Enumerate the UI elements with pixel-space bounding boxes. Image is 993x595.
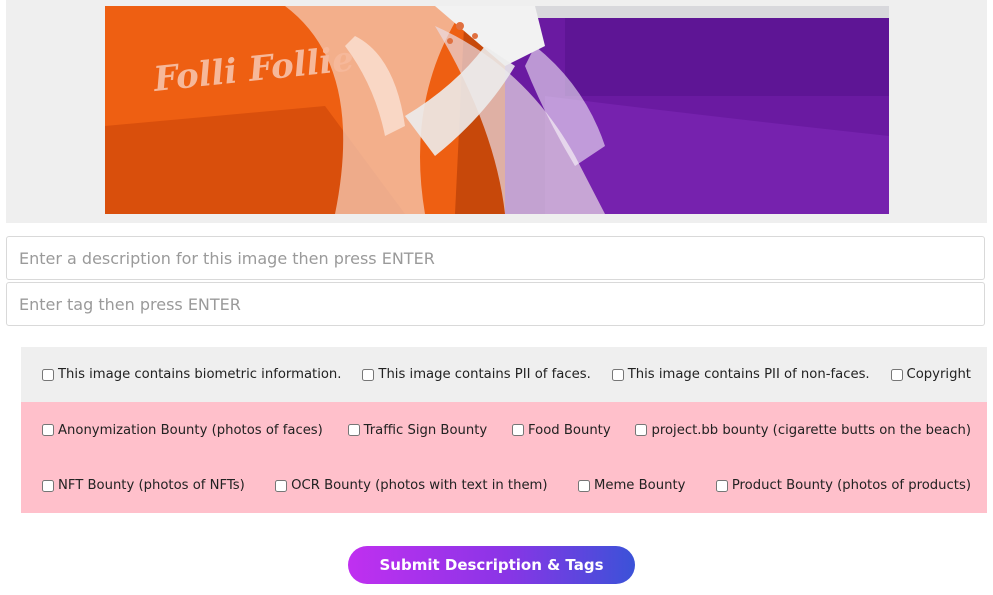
image-panel: Folli Follie [6, 0, 987, 223]
description-input[interactable] [6, 236, 985, 280]
tag-input[interactable] [6, 282, 985, 326]
food-bounty-item[interactable]: Food Bounty [512, 423, 611, 438]
ocr-bounty-checkbox[interactable] [275, 479, 288, 492]
copyright-checkbox-label: Copyright [906, 367, 971, 382]
anonymization-bounty-item[interactable]: Anonymization Bounty (photos of faces) [42, 423, 323, 438]
project-bb-bounty-label: project.bb bounty (cigarette butts on th… [651, 422, 971, 438]
submit-description-tags-button[interactable]: Submit Description & Tags [348, 546, 635, 584]
ocr-bounty-label: OCR Bounty (photos with text in them) [291, 478, 548, 493]
nft-bounty-item[interactable]: NFT Bounty (photos of NFTs) [42, 478, 245, 493]
ocr-bounty-item[interactable]: OCR Bounty (photos with text in them) [275, 478, 548, 493]
product-bounty-item[interactable]: Product Bounty (photos of products) [715, 478, 971, 493]
biometric-checkbox-item[interactable]: This image contains biometric informatio… [42, 367, 342, 382]
pii-non-faces-checkbox-item[interactable]: This image contains PII of non-faces. [611, 367, 870, 382]
traffic-sign-bounty-item[interactable]: Traffic Sign Bounty [347, 422, 488, 438]
product-bounty-label: Product Bounty (photos of products) [731, 478, 971, 493]
privacy-checkbox-row: This image contains biometric informatio… [21, 347, 987, 402]
uploaded-photo: Folli Follie [105, 6, 889, 214]
pii-non-faces-checkbox[interactable] [611, 368, 624, 381]
bounty-checkbox-row-1: Anonymization Bounty (photos of faces) T… [21, 402, 987, 458]
pii-faces-checkbox-label: This image contains PII of faces. [378, 367, 591, 382]
biometric-checkbox-label: This image contains biometric informatio… [58, 367, 342, 382]
biometric-checkbox[interactable] [42, 368, 54, 381]
anonymization-bounty-label: Anonymization Bounty (photos of faces) [58, 422, 323, 438]
copyright-checkbox-item[interactable]: Copyright [890, 367, 971, 382]
nft-bounty-label: NFT Bounty (photos of NFTs) [58, 478, 245, 493]
pii-non-faces-checkbox-label: This image contains PII of non-faces. [627, 367, 870, 382]
food-bounty-label: Food Bounty [528, 422, 611, 438]
meme-bounty-item[interactable]: Meme Bounty [577, 478, 686, 493]
meme-bounty-label: Meme Bounty [593, 478, 686, 493]
food-bounty-checkbox[interactable] [512, 424, 525, 436]
traffic-sign-bounty-checkbox[interactable] [347, 424, 360, 436]
meme-bounty-checkbox[interactable] [577, 479, 590, 492]
copyright-checkbox[interactable] [890, 368, 903, 381]
project-bb-bounty-item[interactable]: project.bb bounty (cigarette butts on th… [635, 423, 971, 438]
pii-faces-checkbox-item[interactable]: This image contains PII of faces. [362, 367, 591, 382]
pii-faces-checkbox[interactable] [362, 368, 375, 381]
nft-bounty-checkbox[interactable] [42, 479, 54, 492]
bounty-checkbox-row-2: NFT Bounty (photos of NFTs) OCR Bounty (… [21, 458, 987, 513]
anonymization-bounty-checkbox[interactable] [42, 424, 54, 436]
product-bounty-checkbox[interactable] [715, 479, 728, 492]
traffic-sign-bounty-label: Traffic Sign Bounty [363, 422, 488, 438]
project-bb-bounty-checkbox[interactable] [635, 424, 648, 436]
